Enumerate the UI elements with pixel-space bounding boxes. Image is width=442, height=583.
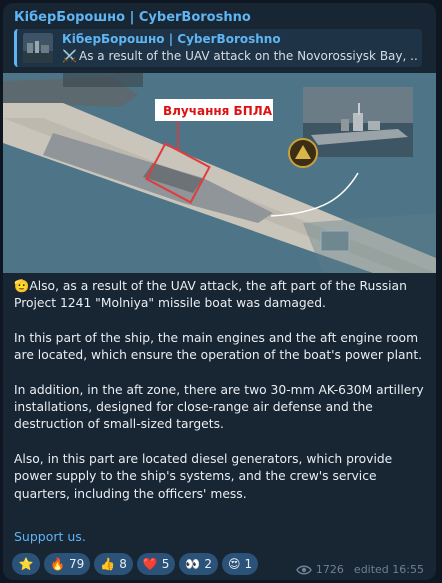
fire-icon: 🔥 xyxy=(50,557,65,571)
heart-icon: ❤️ xyxy=(142,557,158,571)
support-link[interactable]: Support us. xyxy=(14,529,86,544)
reaction-count: 1 xyxy=(244,557,253,571)
satellite-photo[interactable]: Влучання БПЛА xyxy=(3,73,436,273)
reaction-count: 8 xyxy=(119,557,127,571)
reaction-heart-eyes[interactable]: 😍 1 xyxy=(222,553,259,575)
reply-thumbnail xyxy=(23,33,53,63)
message-body: 🫡Also, as a result of the UAV attack, th… xyxy=(14,278,427,520)
reaction-count: 79 xyxy=(68,557,85,571)
paragraph-2: In this part of the ship, the main engin… xyxy=(14,330,423,363)
reply-author: КіберБорошно | CyberBoroshno xyxy=(62,32,281,46)
message-bubble: КіберБорошно | CyberBoroshno КіберБорошн… xyxy=(3,3,436,580)
paragraph-1: 🫡Also, as a result of the UAV attack, th… xyxy=(14,279,407,311)
reply-preview[interactable]: КіберБорошно | CyberBoroshno ⚔️ As a res… xyxy=(14,29,422,67)
view-count: 1726 xyxy=(315,563,344,576)
reactions-bar: ⭐ 🔥 79 👍 8 ❤️ 5 👀 2 😍 1 xyxy=(12,553,259,577)
salute-emoji-icon: 🫡 xyxy=(14,279,30,293)
reaction-heart[interactable]: ❤️ 5 xyxy=(136,553,176,575)
crossed-swords-icon: ⚔️ xyxy=(62,49,77,63)
reaction-thumbs-up[interactable]: 👍 8 xyxy=(94,553,133,575)
channel-name[interactable]: КіберБорошно | CyberBoroshno xyxy=(14,10,251,25)
image-label: Влучання БПЛА xyxy=(163,104,273,118)
paragraph-3: In addition, in the aft zone, there are … xyxy=(14,382,424,432)
message-meta: 1726 edited 16:55 xyxy=(296,563,424,576)
reaction-star[interactable]: ⭐ xyxy=(12,553,40,575)
reply-text: As a result of the UAV attack on the Nov… xyxy=(79,49,419,63)
paragraph-4: Also, in this part are located diesel ge… xyxy=(14,451,393,501)
edited-time: edited 16:55 xyxy=(353,563,424,576)
star-icon: ⭐ xyxy=(18,557,34,571)
views-eye-icon xyxy=(296,565,312,574)
heart-eyes-icon: 😍 xyxy=(228,557,241,571)
reaction-count: 5 xyxy=(161,557,170,571)
eyes-icon: 👀 xyxy=(185,557,201,571)
thumbs-up-icon: 👍 xyxy=(100,557,116,571)
reaction-count: 2 xyxy=(204,557,213,571)
reaction-fire[interactable]: 🔥 79 xyxy=(44,553,91,575)
reaction-eyes[interactable]: 👀 2 xyxy=(179,553,219,575)
